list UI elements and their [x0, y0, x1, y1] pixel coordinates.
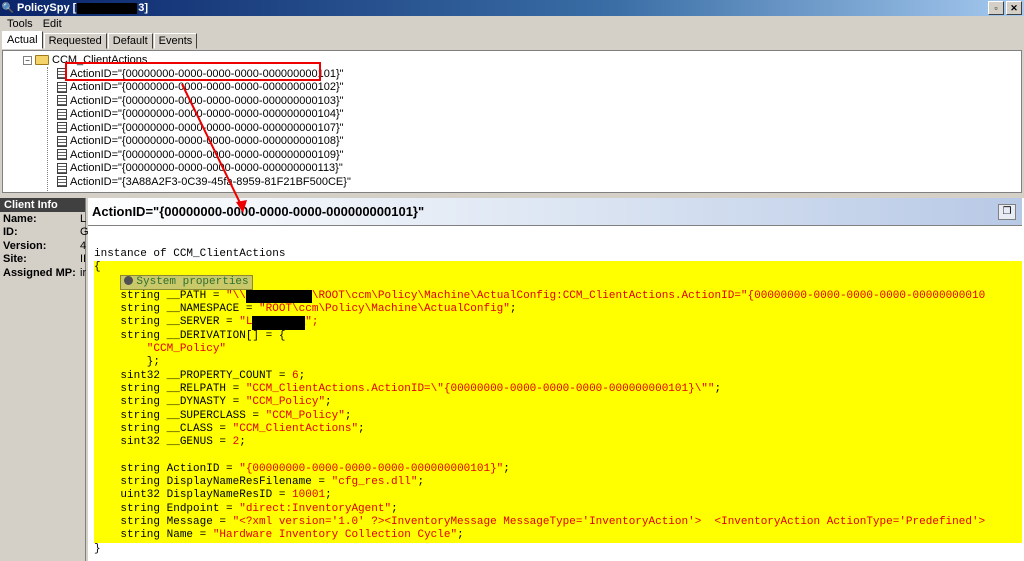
- tree-item[interactable]: ActionID="{00000000-0000-0000-0000-00000…: [57, 94, 344, 107]
- policyspy-window: 🔍 PolicySpy [ 3] ▫ ✕ Tools Edit Actual R…: [0, 0, 1024, 561]
- tree-item-label: ActionID="{00000000-0000-0000-0000-00000…: [70, 148, 344, 161]
- menu-bar: Tools Edit: [0, 16, 1024, 32]
- client-info-id-row: ID: G: [0, 226, 89, 240]
- tab-actual[interactable]: Actual: [2, 31, 43, 49]
- folder-icon: [35, 55, 49, 65]
- tab-events[interactable]: Events: [153, 33, 198, 49]
- document-icon: [57, 162, 67, 174]
- client-info-mp-row: Assigned MP: ir: [0, 266, 87, 280]
- redacted-title-block: [77, 2, 138, 14]
- client-info-panel: Client Info Name: L ID: G Version: 4 Site: I…: [0, 198, 89, 561]
- client-info-label: Site:: [3, 253, 27, 266]
- client-info-version-row: Version: 4: [0, 239, 87, 253]
- tree-item-label: ActionID="{00000000-0000-0000-0000-00000…: [70, 121, 344, 134]
- mof-instance-text[interactable]: instance of CCM_ClientActions { System p…: [94, 248, 985, 556]
- system-properties-toggle[interactable]: System properties: [120, 274, 253, 290]
- window-title-suffix: 3]: [138, 2, 149, 14]
- collapse-icon[interactable]: −: [23, 55, 32, 65]
- tree-item[interactable]: ActionID="{00000000-0000-0000-0000-00000…: [57, 148, 344, 161]
- detail-title: ActionID="{00000000-0000-0000-0000-00000…: [92, 204, 425, 219]
- tree-item[interactable]: ActionID="{00000000-0000-0000-0000-00000…: [57, 81, 344, 94]
- client-info-value: ir: [80, 266, 87, 279]
- tab-strip: Actual Requested Default Events: [0, 31, 198, 50]
- tree-connector-line: [47, 67, 48, 192]
- document-icon: [57, 135, 67, 147]
- tree-item[interactable]: ActionID="{00000000-0000-0000-0000-00000…: [57, 108, 344, 121]
- redacted-server-name: __________: [245, 289, 312, 304]
- document-icon: [57, 149, 67, 160]
- document-icon: [57, 81, 67, 93]
- collapse-icon: [124, 276, 134, 286]
- tree-item-label: ActionID="{3A88A2F3-0C39-45fa-8959-81F21…: [70, 175, 351, 188]
- tree-item-label: ActionID="{00000000-0000-0000-0000-00000…: [70, 94, 344, 107]
- window-title-prefix: PolicySpy [: [17, 2, 77, 14]
- selected-item-highlight: [65, 62, 321, 81]
- client-info-header: Client Info: [0, 198, 85, 212]
- tree-item[interactable]: ActionID="{00000000-0000-0000-0000-00000…: [57, 135, 344, 148]
- client-info-value: G: [80, 226, 89, 239]
- tree-item[interactable]: ActionID="{00000000-0000-0000-0000-00000…: [57, 162, 343, 175]
- client-info-label: ID:: [3, 226, 18, 239]
- detail-panel: ActionID="{00000000-0000-0000-0000-00000…: [88, 198, 1024, 561]
- client-info-site-row: Site: II: [0, 253, 87, 267]
- redacted-server-value: ________: [252, 316, 306, 330]
- tree-item-label: ActionID="{00000000-0000-0000-0000-00000…: [70, 108, 344, 120]
- tree-item-label: ActionID="{00000000-0000-0000-0000-00000…: [70, 81, 344, 93]
- document-icon: [57, 122, 67, 133]
- client-info-value: 4: [80, 239, 87, 252]
- tree-item[interactable]: ActionID="{00000000-0000-0000-0000-00000…: [57, 121, 344, 134]
- client-info-label: Assigned MP:: [3, 266, 76, 279]
- client-info-value: L: [80, 212, 87, 225]
- tab-default[interactable]: Default: [107, 33, 153, 49]
- document-icon: [57, 176, 67, 187]
- close-button[interactable]: ✕: [1006, 1, 1022, 15]
- client-info-value: II: [80, 253, 87, 266]
- policy-tree[interactable]: − CCM_ClientActions ActionID="{00000000-…: [2, 50, 1022, 193]
- restore-button[interactable]: ▫: [988, 1, 1004, 15]
- tree-item-label: ActionID="{00000000-0000-0000-0000-00000…: [70, 135, 344, 147]
- tree-item[interactable]: ActionID="{3A88A2F3-0C39-45fa-8959-81F21…: [57, 175, 351, 188]
- client-info-name-row: Name: L: [0, 212, 87, 226]
- copy-icon[interactable]: ❐: [998, 204, 1016, 220]
- document-icon: [57, 108, 67, 120]
- tab-requested[interactable]: Requested: [43, 33, 107, 49]
- client-info-label: Name:: [3, 212, 37, 225]
- tree-item-label: ActionID="{00000000-0000-0000-0000-00000…: [70, 162, 343, 174]
- app-icon: 🔍: [1, 2, 15, 14]
- document-icon: [57, 95, 67, 106]
- detail-header: ActionID="{00000000-0000-0000-0000-00000…: [88, 198, 1022, 226]
- menu-edit[interactable]: Edit: [38, 18, 67, 30]
- title-bar[interactable]: 🔍 PolicySpy [ 3] ▫ ✕: [0, 0, 1024, 16]
- client-info-label: Version:: [3, 239, 47, 252]
- menu-tools[interactable]: Tools: [2, 18, 38, 30]
